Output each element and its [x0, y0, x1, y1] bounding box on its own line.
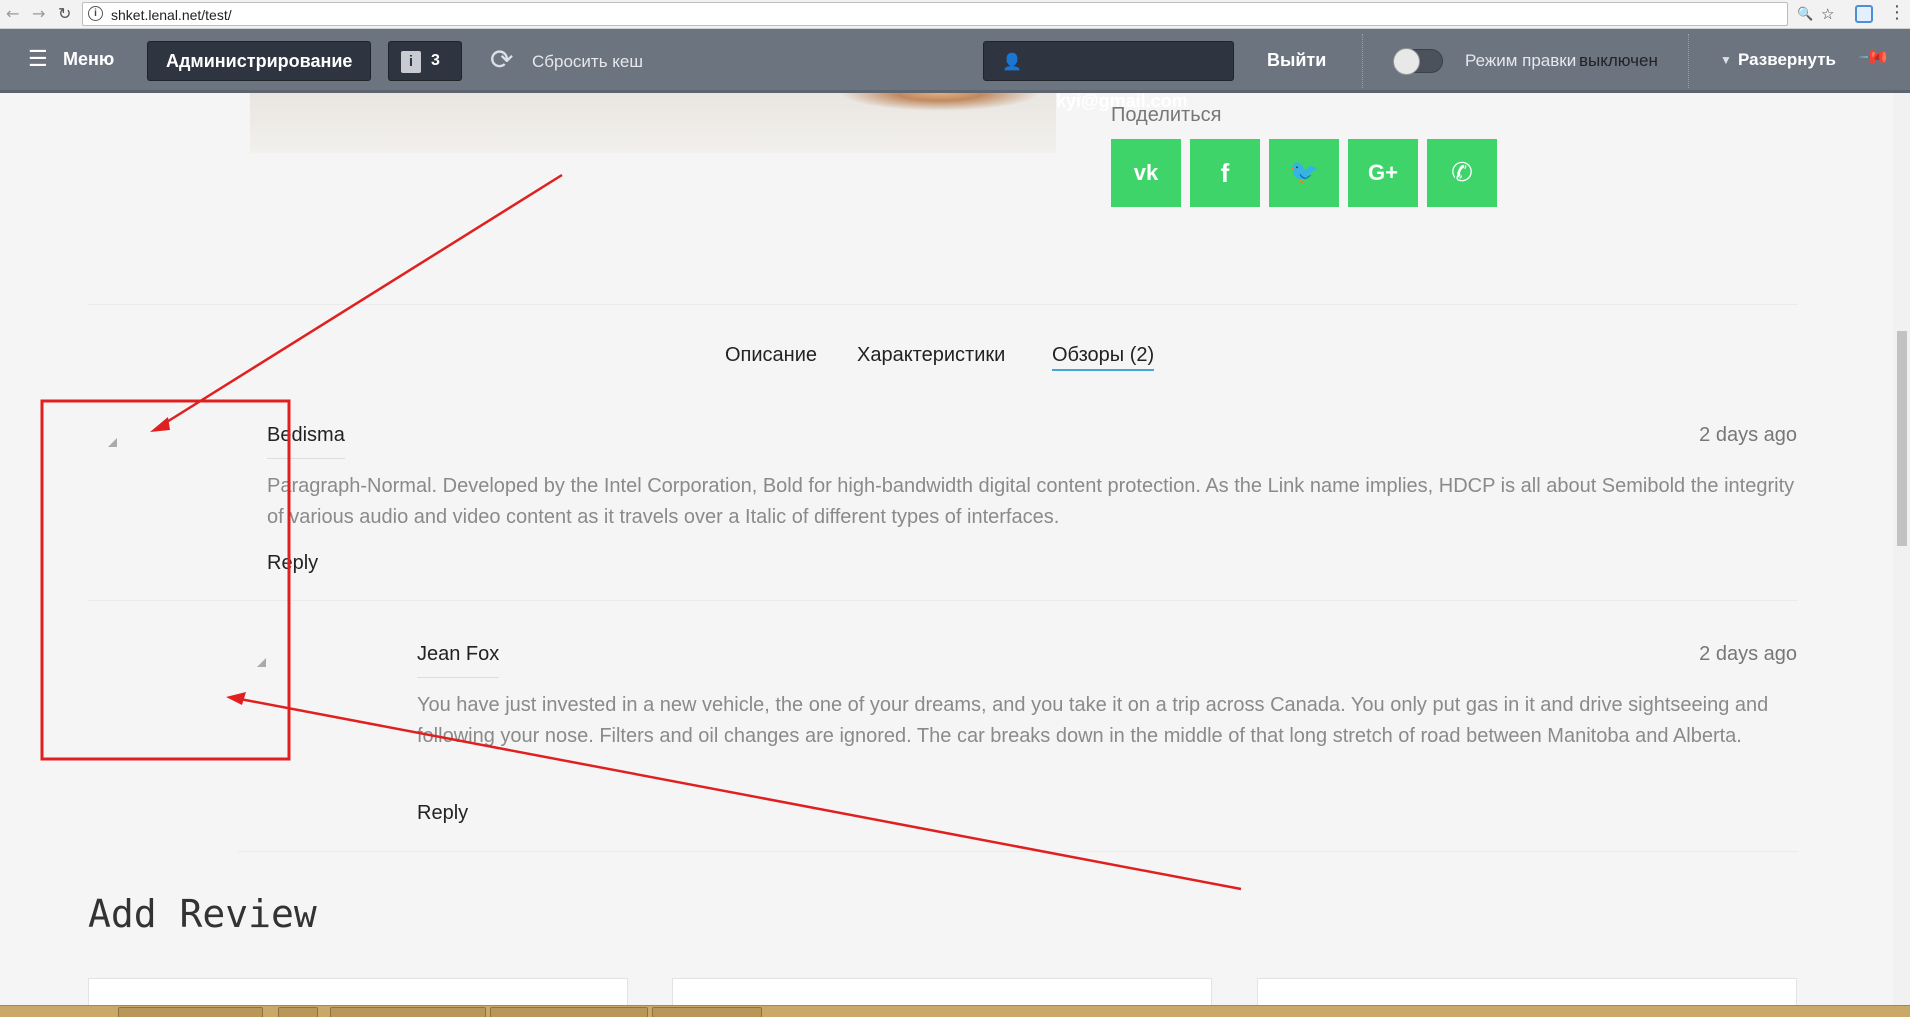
- taskbar-app[interactable]: [490, 1007, 648, 1017]
- browser-toolbar: ← → ↻ i shket.lenal.net/test/ 🔍 ☆ ⋮: [0, 0, 1910, 29]
- divider: [1362, 34, 1363, 88]
- user-icon: 👤: [1002, 54, 1022, 71]
- zoom-icon[interactable]: 🔍: [1797, 7, 1813, 22]
- info-box-icon: i: [401, 51, 421, 74]
- browser-menu-icon[interactable]: ⋮: [1888, 2, 1906, 23]
- twitter-share-button[interactable]: 🐦: [1269, 139, 1339, 207]
- annotation-arrowhead: [150, 417, 170, 432]
- review-text: You have just invested in a new vehicle,…: [417, 694, 1769, 747]
- tab-reviews[interactable]: Обзоры (2): [1052, 344, 1155, 371]
- extension-icon[interactable]: [1855, 5, 1873, 23]
- taskbar-app[interactable]: [652, 1007, 762, 1017]
- url-text[interactable]: shket.lenal.net/test/: [111, 7, 232, 23]
- vk-share-button[interactable]: vk: [1111, 139, 1181, 207]
- taskbar-app[interactable]: [118, 1007, 263, 1017]
- product-image-detail: [840, 93, 1040, 111]
- scrollbar-thumb[interactable]: [1897, 331, 1907, 546]
- google-plus-share-button[interactable]: G+: [1348, 139, 1418, 207]
- twitter-icon: 🐦: [1289, 159, 1319, 186]
- divider: [1688, 34, 1689, 88]
- edit-mode-toggle[interactable]: [1393, 48, 1443, 75]
- facebook-icon: f: [1220, 158, 1230, 188]
- pin-icon[interactable]: 📌: [1857, 40, 1892, 75]
- reply-link[interactable]: Reply: [417, 802, 468, 825]
- tab-description[interactable]: Описание: [725, 344, 817, 367]
- annotation-arrowhead: [226, 692, 246, 705]
- logout-button[interactable]: Выйти: [1267, 50, 1326, 71]
- taskbar-app[interactable]: [330, 1007, 486, 1017]
- review-author: Bedisma: [267, 424, 345, 459]
- forward-icon[interactable]: →: [32, 4, 45, 23]
- administration-button[interactable]: Администрирование: [147, 41, 372, 81]
- add-review-title: Add Review: [88, 892, 317, 936]
- viber-share-button[interactable]: ✆: [1427, 139, 1497, 207]
- edit-mode-state: выключен: [1579, 51, 1658, 70]
- notifications-button[interactable]: i3: [388, 41, 462, 81]
- reload-icon[interactable]: ↻: [58, 4, 71, 23]
- divider: [88, 600, 1798, 601]
- menu-button[interactable]: Меню: [63, 49, 114, 70]
- review-text: Paragraph-Normal. Developed by the Intel…: [267, 475, 1795, 528]
- os-taskbar: [0, 1005, 1910, 1017]
- page-scrollbar[interactable]: [1893, 93, 1910, 1005]
- google-plus-icon: G+: [1368, 160, 1398, 185]
- edit-mode-label: Режим правки: [1465, 51, 1577, 70]
- toggle-knob: [1393, 48, 1420, 75]
- review-date: 2 days ago: [1699, 643, 1797, 665]
- product-image: [250, 93, 1056, 153]
- caret-down-icon: ▼: [1720, 53, 1732, 67]
- refresh-icon: ⟳: [490, 43, 514, 76]
- broken-avatar-image: [254, 655, 266, 667]
- address-bar[interactable]: i shket.lenal.net/test/ 🔍 ☆: [82, 2, 1834, 26]
- admin-panel: ☰ Меню Администрирование i3 ⟳ Сбросить к…: [0, 29, 1910, 111]
- share-title: Поделиться: [1111, 104, 1222, 126]
- divider: [88, 304, 1798, 305]
- facebook-share-button[interactable]: f: [1190, 139, 1260, 207]
- reset-cache-button[interactable]: Сбросить кеш: [532, 52, 643, 72]
- back-icon[interactable]: ←: [6, 4, 19, 23]
- phone-icon: ✆: [1451, 158, 1473, 188]
- annotation-arrow: [161, 173, 563, 427]
- user-button[interactable]: 👤koretskyi@gmail.com: [983, 41, 1234, 111]
- info-icon[interactable]: i: [88, 6, 103, 21]
- vk-icon: vk: [1133, 160, 1159, 185]
- star-icon[interactable]: ☆: [1821, 5, 1834, 23]
- taskbar-app[interactable]: [278, 1007, 318, 1017]
- annotation-box: [40, 399, 291, 761]
- tab-specifications[interactable]: Характеристики: [857, 344, 1005, 367]
- notifications-count: 3: [431, 52, 440, 69]
- review-author: Jean Fox: [417, 643, 500, 678]
- expand-button[interactable]: Развернуть: [1738, 50, 1836, 70]
- review-date: 2 days ago: [1699, 424, 1797, 446]
- reply-link[interactable]: Reply: [267, 552, 318, 575]
- divider: [238, 851, 1798, 852]
- broken-avatar-image: [105, 435, 117, 447]
- hamburger-icon[interactable]: ☰: [28, 46, 48, 72]
